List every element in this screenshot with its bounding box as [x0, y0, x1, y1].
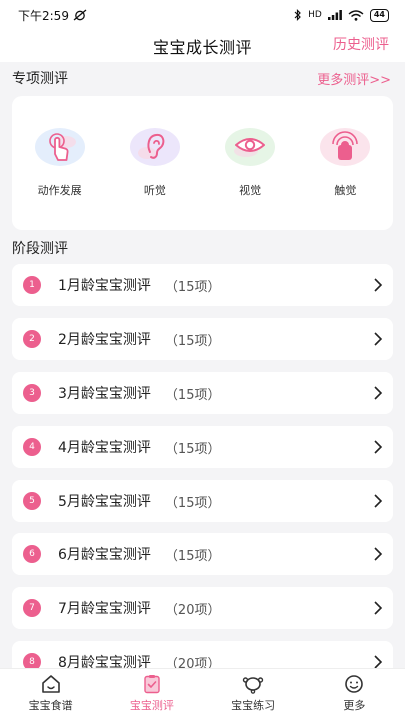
stage-row[interactable]: 2 2月龄宝宝测评 （15项）: [12, 318, 393, 360]
home-icon: [41, 675, 60, 693]
status-bar: 下午2:59 HD 44: [0, 0, 405, 30]
smiley-icon: [345, 675, 364, 693]
row-title: 3月龄宝宝测评: [58, 386, 151, 402]
row-number-badge: 2: [23, 330, 41, 348]
row-count: （15项）: [164, 495, 221, 511]
special-item-touch[interactable]: 触觉: [305, 124, 385, 230]
special-item-motor[interactable]: 动作发展: [20, 124, 100, 230]
special-item-label: 动作发展: [37, 184, 82, 197]
special-item-label: 视觉: [239, 184, 262, 197]
network-type: HD: [308, 10, 322, 20]
history-button[interactable]: 历史测评: [333, 34, 389, 54]
stage-row[interactable]: 6 6月龄宝宝测评 （15项）: [12, 533, 393, 575]
chevron-right-icon: [374, 655, 383, 669]
wifi-icon: [348, 9, 364, 21]
special-tests-card: 动作发展 听觉 视觉 触觉: [12, 96, 393, 230]
more-tests-link[interactable]: 更多测评>>: [317, 69, 391, 88]
row-title: 1月龄宝宝测评: [58, 278, 151, 294]
chevron-right-icon: [374, 547, 383, 561]
status-right: HD 44: [294, 8, 389, 22]
chevron-right-icon: [374, 386, 383, 400]
row-count: （15项）: [164, 387, 221, 403]
status-left: 下午2:59: [18, 7, 87, 24]
header: 宝宝成长测评 历史测评: [0, 30, 405, 62]
row-number-badge: 3: [23, 384, 41, 402]
hand-touch-icon: [32, 124, 88, 170]
signal-icon: [327, 10, 342, 20]
tab-label: 宝宝测评: [129, 699, 174, 712]
row-title: 4月龄宝宝测评: [58, 440, 151, 456]
special-item-vision[interactable]: 视觉: [210, 124, 290, 230]
tab-recipes[interactable]: 宝宝食谱: [0, 669, 101, 720]
practice-icon: [242, 677, 264, 694]
tab-label: 宝宝食谱: [28, 699, 73, 712]
battery-indicator: 44: [369, 8, 389, 22]
bottom-tab-bar: 宝宝食谱 宝宝测评 宝宝练习 更多: [0, 668, 405, 720]
stage-row[interactable]: 7 7月龄宝宝测评 （20项）: [12, 587, 393, 629]
row-number-badge: 6: [23, 545, 41, 563]
row-title: 2月龄宝宝测评: [58, 332, 151, 348]
chevron-right-icon: [374, 494, 383, 508]
row-count: （15项）: [164, 333, 221, 349]
chevron-right-icon: [374, 278, 383, 292]
special-section-title: 专项测评: [12, 71, 68, 87]
row-title: 7月龄宝宝测评: [58, 601, 151, 617]
chevron-right-icon: [374, 440, 383, 454]
status-time: 下午2:59: [18, 8, 69, 23]
special-item-label: 听觉: [143, 184, 166, 197]
stage-section-header: 阶段测评: [12, 238, 391, 258]
stage-row[interactable]: 4 4月龄宝宝测评 （15项）: [12, 426, 393, 468]
row-number-badge: 5: [23, 492, 41, 510]
chevron-right-icon: [374, 332, 383, 346]
stage-row[interactable]: 3 3月龄宝宝测评 （15项）: [12, 372, 393, 414]
touch-icon: [317, 124, 373, 170]
clipboard-icon: [144, 675, 160, 694]
row-number-badge: 7: [23, 599, 41, 617]
stage-row[interactable]: 5 5月龄宝宝测评 （15项）: [12, 480, 393, 522]
special-item-label: 触觉: [334, 184, 357, 197]
row-number-badge: 1: [23, 276, 41, 294]
row-number-badge: 4: [23, 438, 41, 456]
tab-more[interactable]: 更多: [304, 669, 405, 720]
special-section-header: 专项测评 更多测评>>: [12, 68, 391, 88]
tab-label: 宝宝练习: [231, 699, 276, 712]
bluetooth-icon: [294, 9, 302, 21]
row-count: （15项）: [164, 441, 221, 457]
special-item-hearing[interactable]: 听觉: [115, 124, 195, 230]
row-count: （20项）: [164, 602, 221, 618]
alarm-off-icon: [73, 9, 87, 21]
stage-row[interactable]: 1 1月龄宝宝测评 （15项）: [12, 264, 393, 306]
tab-practice[interactable]: 宝宝练习: [203, 669, 304, 720]
row-count: （15项）: [164, 548, 221, 564]
tab-evaluation[interactable]: 宝宝测评: [101, 669, 202, 720]
row-title: 5月龄宝宝测评: [58, 494, 151, 510]
ear-icon: [127, 124, 183, 170]
eye-icon: [222, 124, 278, 170]
stage-section-title: 阶段测评: [12, 241, 68, 257]
chevron-right-icon: [374, 601, 383, 615]
tab-label: 更多: [343, 699, 366, 712]
row-count: （15项）: [164, 279, 221, 295]
row-title: 6月龄宝宝测评: [58, 547, 151, 563]
